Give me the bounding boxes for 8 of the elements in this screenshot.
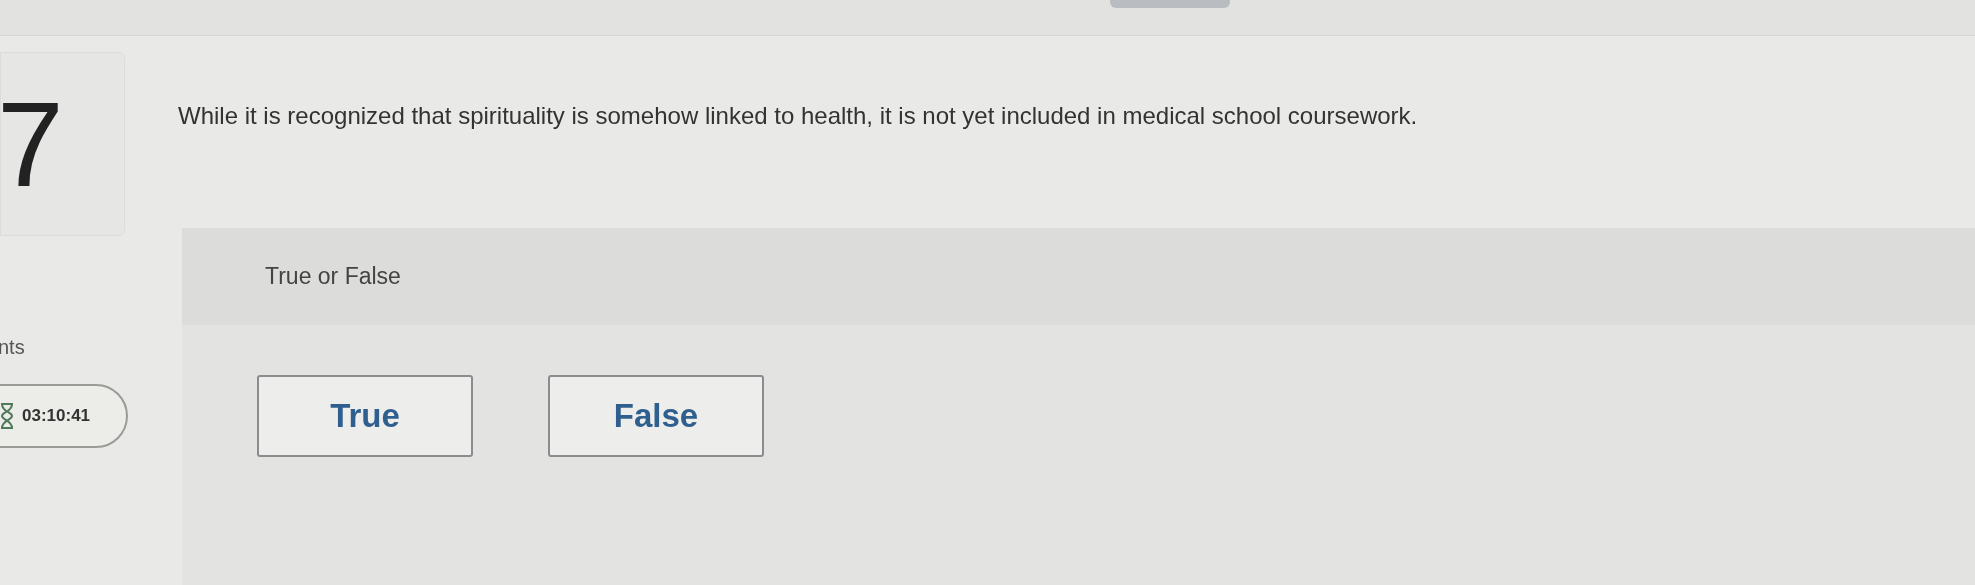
- timer-text: 03:10:41: [22, 405, 91, 428]
- question-number: 7: [0, 84, 64, 204]
- answer-option-button[interactable]: True: [257, 375, 473, 457]
- answer-option-button[interactable]: False: [548, 375, 764, 457]
- question-text: While it is recognized that spirituality is somehow linked to health, it is not yet included in medical school coursework.: [178, 101, 1419, 131]
- hourglass-icon: [0, 403, 14, 429]
- points-label: nts: [0, 335, 26, 360]
- prompt-text: True or False: [265, 262, 401, 292]
